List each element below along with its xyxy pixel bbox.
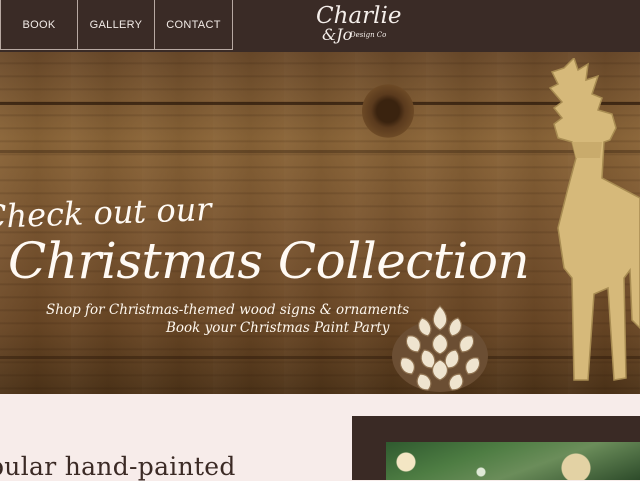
nav-contact-label: CONTACT	[166, 18, 221, 31]
section-heading: pular hand-painted	[0, 452, 236, 481]
hero-title-line2: Christmas Collection	[8, 232, 530, 290]
nav-gallery-link[interactable]: GALLERY	[77, 0, 155, 50]
hero-subtitle-shop: Shop for Christmas-themed wood signs & o…	[46, 302, 410, 318]
hero-subtitle-book: Book your Christmas Paint Party	[166, 320, 390, 336]
logo-amp-text: &Jo	[322, 25, 353, 44]
nav-gallery-label: GALLERY	[89, 18, 143, 31]
hero-title-line1: Check out our	[0, 189, 213, 236]
christmas-ornaments-image[interactable]	[386, 442, 640, 480]
nav-book-label: BOOK	[22, 18, 56, 31]
reindeer-ornament-icon	[548, 58, 640, 381]
wood-knot	[362, 84, 414, 138]
top-navigation-bar: BOOK GALLERY CONTACT Charlie &Jo Design …	[0, 0, 640, 52]
nav-book-link[interactable]: BOOK	[0, 0, 78, 50]
site-logo[interactable]: Charlie &Jo Design Co	[298, 3, 401, 47]
nav-contact-link[interactable]: CONTACT	[154, 0, 233, 50]
pinecone-icon	[392, 305, 488, 392]
logo-sub-text: Design Co	[350, 31, 387, 39]
hero-banner[interactable]: Check out our Christmas Collection Shop …	[0, 52, 640, 394]
